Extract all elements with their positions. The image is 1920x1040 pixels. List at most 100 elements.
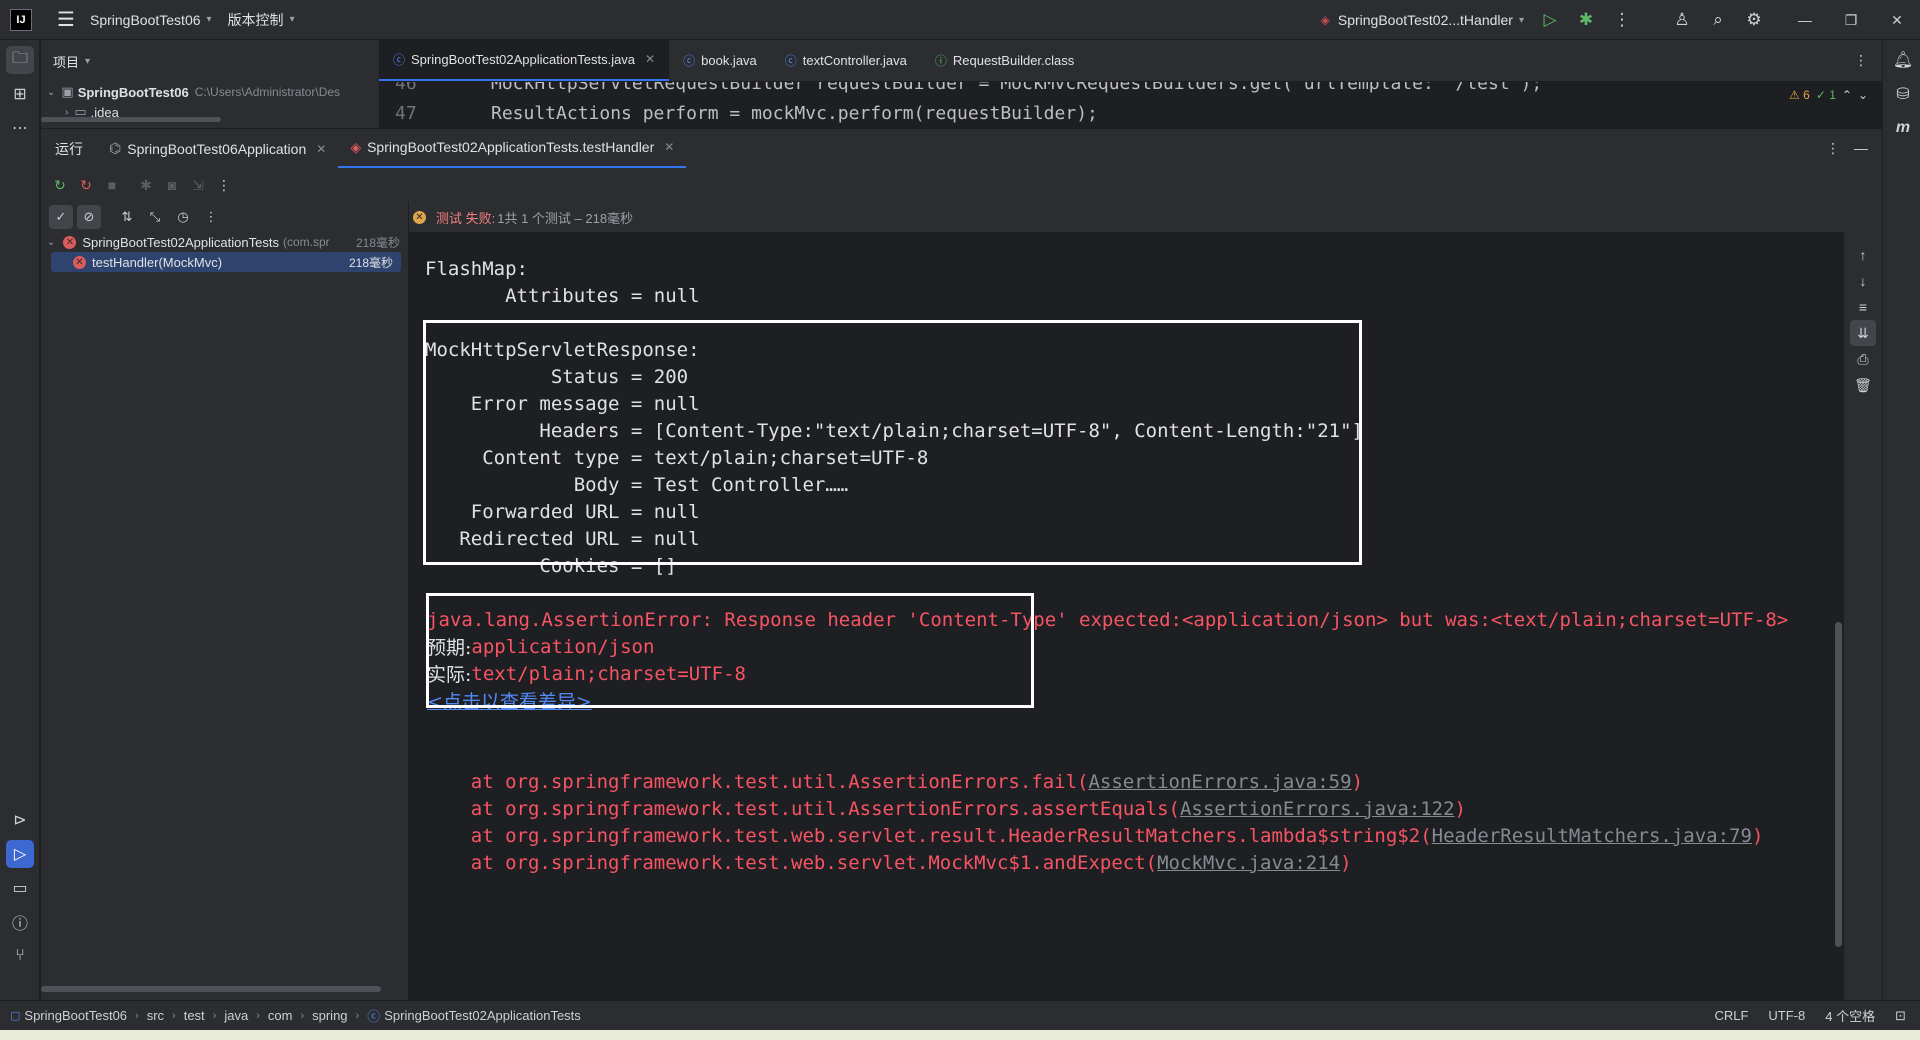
soft-wrap-button[interactable]: ≡ bbox=[1850, 294, 1876, 320]
rerun-button[interactable]: ↻ bbox=[47, 172, 73, 198]
line-separator[interactable]: CRLF bbox=[1714, 1008, 1748, 1023]
export-button[interactable]: ⇲ bbox=[185, 172, 211, 198]
search-button[interactable]: ⌕ bbox=[1700, 0, 1736, 40]
tree-more-button[interactable]: ⋮ bbox=[199, 205, 223, 229]
maven-tool-button[interactable]: m bbox=[1889, 114, 1917, 142]
collapse-button[interactable]: ⤡ bbox=[143, 205, 167, 229]
chevron-down-icon: ▾ bbox=[289, 14, 295, 25]
rerun-failed-button[interactable]: ↻ bbox=[73, 172, 99, 198]
test-class-node[interactable]: ⌄ ✕ SpringBootTest02ApplicationTests (co… bbox=[41, 232, 408, 252]
breadcrumb-item[interactable]: test bbox=[184, 1008, 205, 1023]
add-user-button[interactable]: ♙ bbox=[1664, 0, 1700, 40]
inspection-widget[interactable]: ⚠ 6 ✓ 1 ⌃ ⌄ bbox=[1785, 88, 1872, 102]
breadcrumb-item[interactable]: SpringBootTest06 bbox=[24, 1008, 127, 1023]
project-switcher[interactable]: SpringBootTest06 ▾ bbox=[82, 6, 220, 34]
editor-tabs-more[interactable]: ⋮ bbox=[1854, 39, 1882, 81]
debug-rerun-button[interactable]: ✱ bbox=[133, 172, 159, 198]
lock-icon[interactable]: ⊡ bbox=[1895, 1008, 1906, 1024]
more-vertical-icon[interactable]: ⋮ bbox=[1826, 140, 1840, 157]
source-link[interactable]: HeaderResultMatchers.java:79 bbox=[1432, 825, 1752, 847]
tree-node-root[interactable]: ⌄ ▣ SpringBootTest06 C:\Users\Administra… bbox=[41, 82, 379, 102]
scroll-to-end-button[interactable]: ⇊ bbox=[1850, 320, 1876, 346]
more-tools-button[interactable]: ⋯ bbox=[6, 114, 34, 142]
gear-icon: ⚙ bbox=[1746, 10, 1762, 29]
main-menu-button[interactable]: ☰ bbox=[50, 6, 82, 34]
code-editor[interactable]: 46 MockHttpServletRequestBuilder request… bbox=[379, 82, 1882, 128]
editor-tab-bar: ⓒ SpringBootTest02ApplicationTests.java … bbox=[379, 39, 1882, 82]
close-icon[interactable]: ✕ bbox=[664, 140, 674, 154]
show-ignored-toggle[interactable]: ⊘ bbox=[77, 205, 101, 229]
breadcrumb-item[interactable]: spring bbox=[312, 1008, 347, 1023]
project-h-scrollbar[interactable] bbox=[41, 117, 221, 122]
breadcrumb-item[interactable]: src bbox=[147, 1008, 164, 1023]
more-actions-button[interactable]: ⋮ bbox=[1604, 0, 1640, 40]
editor-tab-controller[interactable]: ⓒ textController.java bbox=[771, 39, 921, 81]
sort-button[interactable]: ⇅ bbox=[115, 205, 139, 229]
terminal-tool-button[interactable]: ▭ bbox=[6, 874, 34, 902]
chevron-right-icon: › bbox=[256, 1009, 260, 1022]
vcs-menu[interactable]: 版本控制 ▾ bbox=[220, 6, 303, 34]
close-icon[interactable]: ✕ bbox=[645, 52, 655, 66]
run-tool-button[interactable]: ▷ bbox=[6, 840, 34, 868]
tree-h-scrollbar[interactable] bbox=[41, 986, 381, 992]
test-method-node[interactable]: ✕ testHandler(MockMvc) 218毫秒 bbox=[51, 252, 401, 272]
code-text: ResultActions perform = mockMvc.perform(… bbox=[491, 102, 1098, 124]
file-encoding[interactable]: UTF-8 bbox=[1768, 1008, 1805, 1023]
editor-tab-book[interactable]: ⓒ book.java bbox=[669, 39, 771, 81]
breadcrumb-item[interactable]: com bbox=[268, 1008, 293, 1023]
history-button[interactable]: ◷ bbox=[171, 205, 195, 229]
git-tool-button[interactable]: ⑂ bbox=[6, 942, 34, 970]
scroll-down-button[interactable]: ↓ bbox=[1850, 268, 1876, 294]
hamburger-icon: ☰ bbox=[57, 9, 75, 31]
debug-button[interactable]: ✱ bbox=[1568, 0, 1604, 40]
structure-tool-button[interactable]: ⊞ bbox=[6, 80, 34, 108]
project-panel-header[interactable]: 项目 ▾ bbox=[41, 40, 379, 82]
scroll-up-button[interactable]: ↑ bbox=[1850, 242, 1876, 268]
breadcrumb-item[interactable]: java bbox=[224, 1008, 248, 1023]
stack-frame-end: ) bbox=[1454, 797, 1466, 820]
problems-tool-button[interactable]: ⓘ bbox=[6, 908, 34, 936]
run-more-button[interactable]: ⋮ bbox=[211, 172, 237, 198]
test-method-label: testHandler(MockMvc) bbox=[92, 254, 223, 270]
bug-icon: ✱ bbox=[140, 176, 152, 193]
minimize-panel-icon[interactable]: — bbox=[1854, 140, 1868, 157]
restore-button[interactable]: ❐ bbox=[1828, 0, 1874, 40]
source-link[interactable]: AssertionErrors.java:122 bbox=[1180, 798, 1455, 820]
close-window-button[interactable]: ✕ bbox=[1874, 0, 1920, 40]
clear-console-button[interactable]: 🗑︎ bbox=[1850, 372, 1876, 398]
stop-button[interactable]: ■ bbox=[99, 172, 125, 198]
chevron-up-icon[interactable]: ⌃ bbox=[1842, 88, 1852, 102]
right-tool-strip: 🔔︎ ⛁ m bbox=[1882, 40, 1920, 1000]
editor-tab-tests[interactable]: ⓒ SpringBootTest02ApplicationTests.java … bbox=[379, 39, 670, 81]
view-diff-link[interactable]: <点击以查看差异> bbox=[427, 687, 592, 714]
snapshot-button[interactable]: ◙ bbox=[159, 172, 185, 198]
settings-button[interactable]: ⚙ bbox=[1736, 0, 1772, 40]
print-button[interactable]: ⎙ bbox=[1850, 346, 1876, 372]
project-tool-button[interactable]: 🗀 bbox=[6, 46, 34, 74]
show-passed-toggle[interactable]: ✓ bbox=[49, 205, 73, 229]
editor-tab-requestbuilder[interactable]: ⓘ RequestBuilder.class bbox=[921, 39, 1088, 81]
database-tool-button[interactable]: ⛁ bbox=[1889, 80, 1917, 108]
console-v-scrollbar[interactable] bbox=[1835, 622, 1842, 947]
minimize-button[interactable]: — bbox=[1782, 0, 1828, 40]
minimize-icon: — bbox=[1798, 12, 1812, 28]
run-tab-tests[interactable]: ◈ SpringBootTest02ApplicationTests.testH… bbox=[338, 129, 687, 169]
run-tab-application[interactable]: ⌬ SpringBootTest06Application ✕ bbox=[97, 129, 338, 169]
line-number: 47 bbox=[395, 102, 417, 124]
breadcrumb: ▢ SpringBootTest06 › src › test › java ›… bbox=[10, 1006, 581, 1025]
indent-setting[interactable]: 4 个空格 bbox=[1825, 1006, 1875, 1025]
notifications-button[interactable]: 🔔︎ bbox=[1889, 46, 1917, 74]
test-class-package: (com.spr bbox=[282, 235, 330, 249]
source-link[interactable]: AssertionErrors.java:59 bbox=[1088, 771, 1351, 793]
run-config-selector[interactable]: ◈ SpringBootTest02...tHandler ▾ bbox=[1313, 12, 1532, 28]
breadcrumb-item[interactable]: SpringBootTest02ApplicationTests bbox=[384, 1008, 581, 1023]
more-vertical-icon: ⋮ bbox=[217, 176, 231, 193]
trash-icon: 🗑︎ bbox=[1854, 376, 1872, 393]
services-tool-button[interactable]: ⊳ bbox=[6, 806, 34, 834]
chevron-down-icon[interactable]: ⌄ bbox=[1858, 88, 1868, 102]
chevron-down-icon: ⌄ bbox=[47, 86, 56, 98]
source-link[interactable]: MockMvc.java:214 bbox=[1157, 852, 1340, 874]
close-icon[interactable]: ✕ bbox=[316, 142, 326, 156]
run-button[interactable]: ▷ bbox=[1532, 0, 1568, 40]
console-output[interactable]: FlashMap: Attributes = null MockHttpServ… bbox=[409, 232, 1844, 1000]
